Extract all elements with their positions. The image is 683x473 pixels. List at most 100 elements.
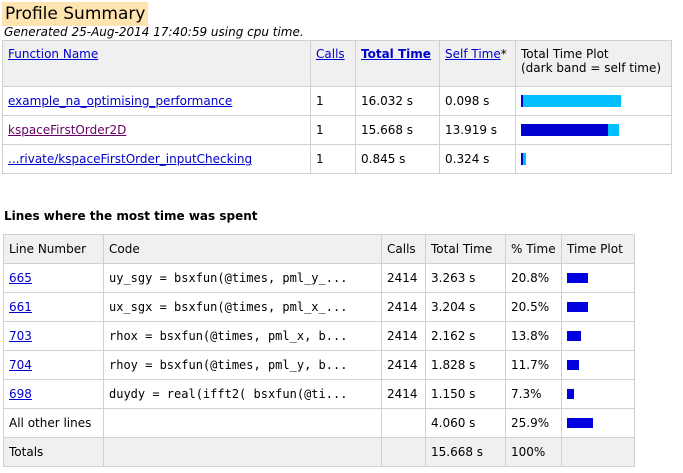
function-row: example_na_optimising_performance 1 16.032…	[2, 86, 672, 116]
code-cell: uy_sgy = bsxfun(@times, pml_y_...	[103, 263, 382, 293]
other-lines-label: All other lines	[3, 408, 104, 438]
line-number-link[interactable]: 665	[9, 271, 32, 285]
self-time-header[interactable]: Self Time*	[439, 40, 516, 87]
line-row: 665 uy_sgy = bsxfun(@times, pml_y_... 2414…	[3, 263, 635, 293]
sort-calls-link[interactable]: Calls	[316, 47, 345, 61]
calls-cell	[381, 437, 426, 467]
total-time-header: Total Time	[425, 234, 506, 264]
percent-time-cell: 7.3%	[505, 379, 562, 409]
time-plot-bar	[567, 273, 588, 283]
percent-time-cell: 25.9%	[505, 408, 562, 438]
function-summary-table: Function Name Calls Total Time Self Time…	[2, 40, 672, 174]
percent-time-cell: 13.8%	[505, 321, 562, 351]
function-name-cell[interactable]: example_na_optimising_performance	[2, 86, 311, 116]
self-time-bar	[521, 153, 523, 165]
calls-cell	[381, 408, 426, 438]
time-plot-bar	[567, 331, 581, 341]
self-time-cell: 0.098 s	[439, 86, 516, 116]
function-row: ...rivate/kspaceFirstOrder_inputChecking…	[2, 144, 672, 174]
totals-label: Totals	[3, 437, 104, 467]
line-number-link[interactable]: 704	[9, 358, 32, 372]
time-plot-cell	[561, 263, 635, 293]
line-number-cell[interactable]: 698	[3, 379, 104, 409]
self-time-bar	[521, 95, 523, 107]
lines-header-row: Line Number Code Calls Total Time % Time…	[3, 234, 635, 264]
plot-header-line2: (dark band = self time)	[521, 61, 662, 75]
total-time-cell: 4.060 s	[425, 408, 506, 438]
calls-header[interactable]: Calls	[310, 40, 356, 87]
function-name-cell[interactable]: kspaceFirstOrder2D	[2, 115, 311, 145]
function-link[interactable]: kspaceFirstOrder2D	[8, 123, 126, 137]
self-time-cell: 0.324 s	[439, 144, 516, 174]
line-number-link[interactable]: 661	[9, 300, 32, 314]
code-header: Code	[103, 234, 382, 264]
self-time-footnote-marker: *	[500, 47, 507, 61]
line-number-link[interactable]: 703	[9, 329, 32, 343]
total-time-cell: 3.204 s	[425, 292, 506, 322]
function-name-cell[interactable]: ...rivate/kspaceFirstOrder_inputChecking	[2, 144, 311, 174]
time-plot-cell	[515, 115, 672, 145]
code-cell	[103, 437, 382, 467]
line-number-cell[interactable]: 661	[3, 292, 104, 322]
calls-cell: 1	[310, 115, 356, 145]
calls-cell: 2414	[381, 292, 426, 322]
time-bar	[521, 95, 666, 107]
time-plot-cell	[515, 144, 672, 174]
percent-time-cell: 20.5%	[505, 292, 562, 322]
sort-self-time-link[interactable]: Self Time	[445, 47, 501, 61]
function-link[interactable]: example_na_optimising_performance	[8, 94, 232, 108]
time-plot-cell	[561, 437, 635, 467]
time-plot-bar	[567, 389, 575, 399]
time-plot-cell	[561, 321, 635, 351]
total-time-cell: 3.263 s	[425, 263, 506, 293]
code-cell: rhoy = bsxfun(@times, pml_y, b...	[103, 350, 382, 380]
total-time-cell: 1.828 s	[425, 350, 506, 380]
sort-function-name-link[interactable]: Function Name	[8, 47, 98, 61]
time-bar	[521, 124, 666, 136]
generated-info: Generated 25-Aug-2014 17:40:59 using cpu…	[4, 25, 304, 39]
time-plot-bar	[567, 360, 579, 370]
line-number-cell[interactable]: 703	[3, 321, 104, 351]
time-plot-header: Time Plot	[561, 234, 635, 264]
line-number-link[interactable]: 698	[9, 387, 32, 401]
plot-header-line1: Total Time Plot	[521, 47, 609, 61]
time-plot-bar	[567, 418, 593, 428]
total-time-bar	[521, 95, 621, 107]
percent-time-cell: 11.7%	[505, 350, 562, 380]
summary-header-row: Function Name Calls Total Time Self Time…	[2, 40, 672, 87]
percent-time-cell: 20.8%	[505, 263, 562, 293]
percent-time-cell: 100%	[505, 437, 562, 467]
total-time-cell: 0.845 s	[355, 144, 440, 174]
total-time-cell: 16.032 s	[355, 86, 440, 116]
time-plot-cell	[561, 408, 635, 438]
time-plot-cell	[561, 379, 635, 409]
calls-cell: 2414	[381, 350, 426, 380]
function-link[interactable]: ...rivate/kspaceFirstOrder_inputChecking	[8, 152, 252, 166]
calls-header: Calls	[381, 234, 426, 264]
line-number-cell[interactable]: 704	[3, 350, 104, 380]
lines-section-title: Lines where the most time was spent	[4, 209, 258, 223]
total-time-plot-header: Total Time Plot (dark band = self time)	[515, 40, 672, 87]
line-number-header: Line Number	[3, 234, 104, 264]
calls-cell: 2414	[381, 263, 426, 293]
code-cell: ux_sgx = bsxfun(@times, pml_x_...	[103, 292, 382, 322]
time-plot-cell	[561, 292, 635, 322]
line-number-cell[interactable]: 665	[3, 263, 104, 293]
line-row: 703 rhox = bsxfun(@times, pml_x, b... 2414…	[3, 321, 635, 351]
total-time-header[interactable]: Total Time	[355, 40, 440, 87]
sort-total-time-link[interactable]: Total Time	[361, 47, 431, 61]
time-plot-bar	[567, 302, 588, 312]
total-time-cell: 2.162 s	[425, 321, 506, 351]
function-row: kspaceFirstOrder2D 1 15.668 s 13.919 s	[2, 115, 672, 145]
other-lines-row: All other lines 4.060 s 25.9%	[3, 408, 635, 438]
page-title: Profile Summary	[2, 2, 149, 26]
total-time-cell: 15.668 s	[425, 437, 506, 467]
code-cell: rhox = bsxfun(@times, pml_x, b...	[103, 321, 382, 351]
function-name-header[interactable]: Function Name	[2, 40, 311, 87]
totals-row: Totals 15.668 s 100%	[3, 437, 635, 467]
line-row: 704 rhoy = bsxfun(@times, pml_y, b... 2414…	[3, 350, 635, 380]
lines-table: Line Number Code Calls Total Time % Time…	[3, 234, 635, 467]
time-bar	[521, 153, 666, 165]
calls-cell: 2414	[381, 379, 426, 409]
calls-cell: 1	[310, 144, 356, 174]
